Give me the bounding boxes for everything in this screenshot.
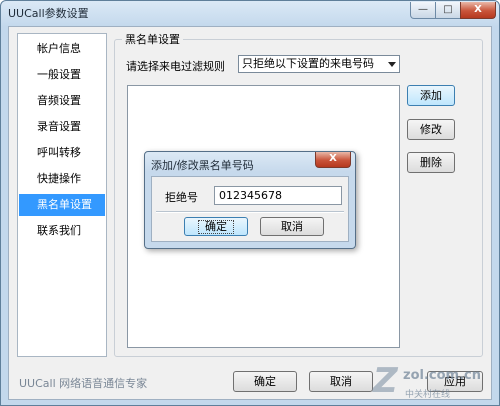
sidebar-item-account[interactable]: 帐户信息 xyxy=(19,38,105,60)
title-bar[interactable]: UUCall参数设置 — □ X xyxy=(1,1,499,25)
filter-rule-value: 只拒绝以下设置的来电号码 xyxy=(242,57,374,70)
ok-button[interactable]: 确定 xyxy=(233,371,297,392)
sidebar-item-shortcuts[interactable]: 快捷操作 xyxy=(19,168,105,190)
dialog-body: 拒绝号 012345678 确定 取消 xyxy=(151,176,349,242)
dialog-ok-button[interactable]: 确定 xyxy=(184,217,248,236)
chevron-down-icon xyxy=(388,62,396,67)
sidebar-item-audio[interactable]: 音频设置 xyxy=(19,90,105,112)
sidebar-item-call-forwarding[interactable]: 呼叫转移 xyxy=(19,142,105,164)
minimize-button[interactable]: — xyxy=(410,2,436,19)
brand-footer-text: UUCall 网络语音通信专家 xyxy=(19,377,148,390)
dialog-divider xyxy=(156,211,344,213)
settings-sidebar: 帐户信息 一般设置 音频设置 录音设置 呼叫转移 快捷操作 黑名单设置 联系我们 xyxy=(17,33,107,357)
dialog-cancel-button[interactable]: 取消 xyxy=(260,217,324,236)
filter-rule-select[interactable]: 只拒绝以下设置的来电号码 xyxy=(238,55,400,73)
settings-window: UUCall参数设置 — □ X 帐户信息 一般设置 音频设置 录音设置 呼叫转… xyxy=(0,0,500,406)
modify-button[interactable]: 修改 xyxy=(407,119,455,140)
watermark-logo: Z zol.com.cn 中关村在线 xyxy=(373,361,497,403)
blacklist-group-title: 黑名单设置 xyxy=(122,31,183,47)
dialog-close-button[interactable]: X xyxy=(315,152,351,168)
filter-rule-label: 请选择来电过滤规则 xyxy=(126,60,225,73)
add-button[interactable]: 添加 xyxy=(407,85,455,106)
sidebar-item-general[interactable]: 一般设置 xyxy=(19,64,105,86)
maximize-button[interactable]: □ xyxy=(435,2,461,19)
reject-number-input[interactable]: 012345678 xyxy=(214,186,342,205)
watermark-site: zol.com.cn xyxy=(403,368,481,383)
dialog-ok-label: 确定 xyxy=(198,220,234,234)
watermark-sub: 中关村在线 xyxy=(405,390,451,400)
watermark-mark: Z xyxy=(373,361,398,401)
sidebar-item-recording[interactable]: 录音设置 xyxy=(19,116,105,138)
delete-button[interactable]: 删除 xyxy=(407,152,455,173)
close-button[interactable]: X xyxy=(460,2,496,19)
edit-blacklist-dialog: 添加/修改黑名单号码 X 拒绝号 012345678 确定 取消 xyxy=(144,151,356,249)
cancel-button[interactable]: 取消 xyxy=(309,371,373,392)
reject-number-label: 拒绝号 xyxy=(165,191,198,204)
sidebar-item-blacklist[interactable]: 黑名单设置 xyxy=(19,194,105,216)
dialog-title: 添加/修改黑名单号码 xyxy=(151,159,254,172)
window-title: UUCall参数设置 xyxy=(8,7,89,20)
sidebar-item-contact-us[interactable]: 联系我们 xyxy=(19,220,105,242)
